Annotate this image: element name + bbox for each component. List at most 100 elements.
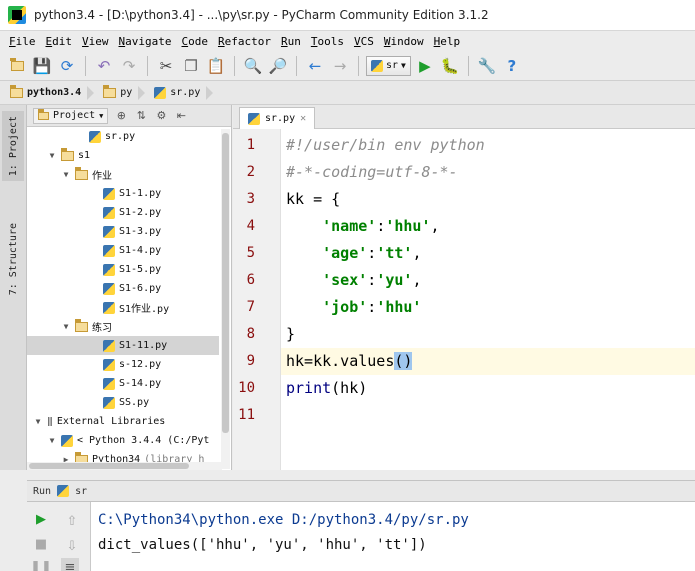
tree-item[interactable]: ▼ 作业 <box>27 165 219 184</box>
menu-refactor[interactable]: Refactor <box>213 35 276 48</box>
tree-item[interactable]: S1-4.py <box>27 241 219 260</box>
tab-sr-py[interactable]: sr.py ✕ <box>239 107 316 129</box>
paste-icon[interactable]: 📋 <box>205 55 227 77</box>
menu-tools[interactable]: Tools <box>306 35 349 48</box>
find-icon[interactable]: 🔍 <box>242 55 264 77</box>
menu-navigate[interactable]: Navigate <box>114 35 177 48</box>
copy-icon[interactable]: ❐ <box>180 55 202 77</box>
vertical-scrollbar[interactable] <box>221 129 230 469</box>
console-output: dict_values(['hhu', 'yu', 'hhu', 'tt']) <box>98 537 427 553</box>
run-icon[interactable]: ▶ <box>414 55 436 77</box>
python-file-icon <box>103 206 115 219</box>
cut-icon[interactable]: ✂ <box>155 55 177 77</box>
expand-arrow-icon[interactable]: ▼ <box>61 170 71 179</box>
toolbar-separator <box>85 55 86 76</box>
tree-item[interactable]: S1-1.py <box>27 184 219 203</box>
scroll-down-icon[interactable]: ⇩ <box>63 537 81 555</box>
python-file-icon <box>103 187 115 200</box>
soft-wrap-icon[interactable]: ≡ <box>61 558 79 571</box>
menu-help[interactable]: Help <box>429 35 466 48</box>
code-token: (hk) <box>331 379 368 397</box>
project-view-dropdown[interactable]: Project ▼ <box>33 107 109 124</box>
tree-item[interactable]: s-12.py <box>27 355 219 374</box>
breadcrumb-folder[interactable]: py <box>102 84 138 98</box>
code-token: 'hhu' <box>376 298 422 316</box>
stop-icon[interactable]: ■ <box>32 535 50 553</box>
python-sdk-icon <box>61 434 73 447</box>
pycharm-icon <box>8 6 26 24</box>
expand-arrow-icon[interactable]: ▼ <box>61 322 71 331</box>
rerun-icon[interactable]: ▶ <box>32 510 50 528</box>
save-icon[interactable]: 💾 <box>31 55 53 77</box>
line-number: 4 <box>246 218 255 234</box>
expand-arrow-icon[interactable]: ▼ <box>47 151 57 160</box>
tree-item-label: External Libraries <box>56 416 166 427</box>
tab-structure[interactable]: 7: Structure <box>2 213 24 305</box>
tree-item[interactable]: S1作业.py <box>27 298 219 317</box>
undo-icon[interactable]: ↶ <box>93 55 115 77</box>
settings-icon[interactable]: 🔧 <box>476 55 498 77</box>
tree-item[interactable]: S1-3.py <box>27 222 219 241</box>
python-file-icon <box>103 263 115 276</box>
menu-run[interactable]: Run <box>276 35 306 48</box>
code-editor[interactable]: 1 2 3 4 5 6 7 8 9 10 11 #!/user/bin env python #-*-c… <box>233 129 695 470</box>
redo-icon[interactable]: ↷ <box>118 55 140 77</box>
scroll-up-icon[interactable]: ⇧ <box>63 512 81 530</box>
python-file-icon <box>103 301 115 314</box>
tree-item[interactable]: S-14.py <box>27 374 219 393</box>
debug-icon[interactable]: 🐛 <box>439 55 461 77</box>
forward-icon[interactable]: → <box>329 55 351 77</box>
tab-label: sr.py <box>265 113 296 124</box>
line-number: 11 <box>238 407 255 423</box>
horizontal-scrollbar[interactable] <box>27 462 222 470</box>
tree-item[interactable]: S1-11.py <box>27 336 219 355</box>
help-icon[interactable]: ? <box>501 55 523 77</box>
breadcrumb-label: python3.4 <box>27 87 82 98</box>
tab-project[interactable]: 1: Project <box>2 111 24 181</box>
breadcrumb-separator <box>138 84 148 102</box>
tree-item[interactable]: sr.py <box>27 127 219 146</box>
tree-item[interactable]: S1-6.py <box>27 279 219 298</box>
line-number: 1 <box>246 137 255 153</box>
menu-window[interactable]: Window <box>379 35 429 48</box>
python-file-icon <box>154 86 167 99</box>
pause-icon[interactable]: ❚❚ <box>30 558 52 571</box>
tree-item[interactable]: ▼ s1 <box>27 146 219 165</box>
replace-icon[interactable]: 🔎 <box>267 55 289 77</box>
menu-edit[interactable]: Edit <box>41 35 78 48</box>
menu-view[interactable]: View <box>77 35 114 48</box>
code-token: , <box>412 244 422 262</box>
main-toolbar: 💾 ⟳ ↶ ↷ ✂ ❐ 📋 🔍 🔎 ← → sr ▼ ▶ 🐛 🔧 ? <box>0 51 695 81</box>
expand-arrow-icon[interactable]: ▼ <box>47 436 57 445</box>
scroll-from-source-icon[interactable]: ⊕ <box>114 109 128 122</box>
tree-item[interactable]: S1-5.py <box>27 260 219 279</box>
menu-code[interactable]: Code <box>176 35 213 48</box>
open-folder-icon[interactable] <box>6 55 28 77</box>
collapse-all-icon[interactable]: ⇅ <box>134 109 148 122</box>
sync-icon[interactable]: ⟳ <box>56 55 78 77</box>
menu-file[interactable]: File <box>4 35 41 48</box>
tree-item-label: S-14.py <box>119 378 162 389</box>
line-number: 2 <box>246 164 255 180</box>
tree-item[interactable]: S1-2.py <box>27 203 219 222</box>
run-config-name: sr <box>75 485 88 497</box>
expand-arrow-icon[interactable]: ▼ <box>33 417 43 426</box>
gear-icon[interactable]: ⚙ <box>154 109 168 122</box>
tree-item[interactable]: SS.py <box>27 393 219 412</box>
hide-panel-icon[interactable]: ⇤ <box>174 109 188 122</box>
breadcrumb-project[interactable]: python3.4 <box>9 84 87 98</box>
folder-icon <box>74 166 88 180</box>
run-config-dropdown[interactable]: sr ▼ <box>366 55 411 76</box>
menu-vcs[interactable]: VCS <box>349 35 379 48</box>
breadcrumb-file[interactable]: sr.py <box>154 86 206 99</box>
tree-item[interactable]: ▼ Ⅱ External Libraries <box>27 412 219 431</box>
tree-item[interactable]: ▼ 练习 <box>27 317 219 336</box>
tree-item-label: s1 <box>78 150 91 161</box>
back-icon[interactable]: ← <box>304 55 326 77</box>
tree-item[interactable]: ▼ < Python 3.4.4 (C:/Pyt <box>27 431 219 450</box>
code-token: 'tt' <box>376 244 413 262</box>
folder-icon <box>9 84 23 98</box>
close-icon[interactable]: ✕ <box>300 113 306 124</box>
code-line: 'age':'tt', <box>286 240 421 267</box>
run-console[interactable]: C:\Python34\python.exe D:/python3.4/py/s… <box>91 502 695 571</box>
